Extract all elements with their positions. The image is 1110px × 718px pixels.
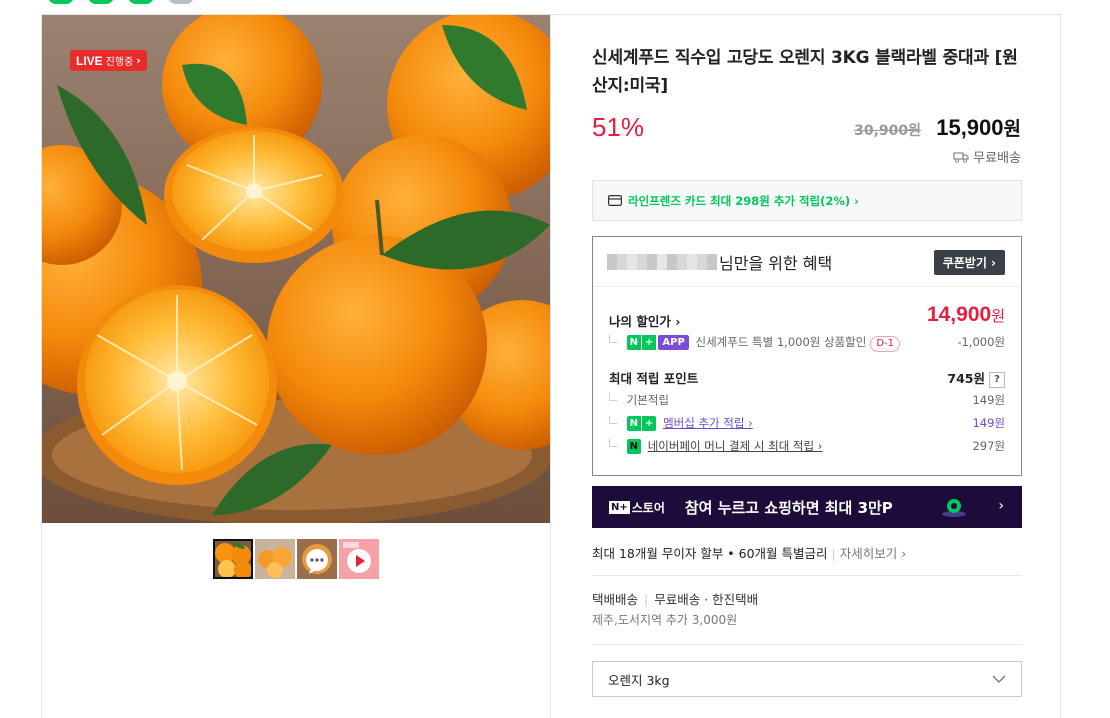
max-points-row: 최대 적립 포인트 745원?	[609, 368, 1005, 388]
truck-icon	[953, 151, 969, 162]
naver-plus-store-logo: N+ 스토어	[609, 499, 665, 516]
points-membership-value: 149원	[972, 416, 1005, 430]
divider	[592, 575, 1022, 576]
option-select[interactable]: 오렌지 3kg	[592, 661, 1022, 697]
blurred-username	[607, 253, 717, 270]
naver-plus-badge-icon: N + APP	[626, 335, 689, 350]
installment-detail-link[interactable]: 자세히보기 ›	[840, 546, 906, 561]
app-discount-row: N + APP 신세계푸드 특별 1,000원 상품할인 D-1 -1,000원	[609, 334, 1005, 352]
tree-connector-icon	[609, 439, 617, 447]
points-row-naverpay: N 네이버페이 머니 결제 시 최대 적립 › 297원	[609, 438, 1005, 454]
benefit-title: 님만을 위한 혜택	[719, 253, 833, 273]
free-delivery: 무료배송	[953, 147, 1021, 166]
oranges-photo	[42, 15, 550, 523]
shipping-carrier: · 한진택배	[704, 592, 759, 607]
installment-text: 최대 18개월 무이자 할부 • 60개월 특별금리	[592, 546, 828, 561]
points-row-basic: 기본적립 149원	[609, 392, 1005, 408]
store-logo-box: N+	[609, 500, 630, 514]
installment-info: 최대 18개월 무이자 할부 • 60개월 특별금리 | 자세히보기 ›	[592, 543, 906, 562]
sale-price: 15,900원	[936, 114, 1021, 141]
naverpay-points-link[interactable]: 네이버페이 머니 결제 시 최대 적립 ›	[648, 439, 823, 453]
help-icon[interactable]: ?	[989, 371, 1005, 388]
chevron-right-icon: ›	[998, 498, 1004, 514]
location-pin-icon	[942, 499, 966, 517]
chevron-down-icon	[992, 675, 1006, 683]
points-row-membership: N + 멤버십 추가 적립 › 149원	[609, 415, 1005, 431]
app-discount-text: 신세계푸드 특별 1,000원 상품할인	[695, 335, 867, 349]
points-naverpay-value: 297원	[972, 439, 1005, 453]
gray-tab-icon[interactable]	[168, 0, 194, 4]
product-title: 신세계푸드 직수입 고당도 오렌지 3KG 블랙라벨 중대과 [원산지:미국]	[592, 48, 1018, 96]
thumbnail-strip	[213, 539, 379, 579]
green-tab-icon[interactable]	[48, 0, 74, 4]
membership-points-link[interactable]: 멤버십 추가 적립 ›	[663, 416, 753, 430]
sale-price-amount: 15,900	[936, 115, 1004, 140]
member-benefit-box: 님만을 위한 혜택 쿠폰받기 › 나의 할인가 › 14,900원 N + APP …	[592, 236, 1022, 476]
tree-connector-icon	[609, 393, 617, 401]
my-price-value: 14,900원	[927, 303, 1005, 327]
thumbnail-2[interactable]	[255, 539, 295, 579]
my-price-unit: 원	[991, 308, 1005, 325]
shipping-type: 택배배송	[592, 592, 639, 607]
green-tab-icon[interactable]	[88, 0, 114, 4]
original-price: 30,900원	[854, 123, 921, 139]
column-divider	[550, 14, 551, 718]
points-basic-label: 기본적립	[626, 393, 669, 407]
card-promo-text: 라인프렌즈 카드 최대 298원 추가 적립(2%) ›	[628, 193, 859, 208]
thumbnail-1[interactable]	[213, 539, 253, 579]
app-badge: APP	[658, 335, 689, 350]
separator: |	[644, 592, 649, 607]
discount-rate: 51%	[592, 112, 645, 142]
naver-pay-icon: N	[626, 439, 642, 454]
coupon-download-button[interactable]: 쿠폰받기 ›	[933, 250, 1005, 275]
card-promo-banner[interactable]: 라인프렌즈 카드 최대 298원 추가 적립(2%) ›	[592, 180, 1022, 221]
divider	[592, 644, 1022, 645]
product-main-image[interactable]	[42, 15, 550, 523]
chevron-right-icon: ›	[136, 54, 141, 67]
store-logo-text: 스토어	[631, 500, 665, 515]
max-points-value-wrap: 745원?	[947, 368, 1005, 388]
naver-plus-store-banner[interactable]: N+ 스토어 참여 누르고 쇼핑하면 최대 3만P ›	[592, 486, 1022, 528]
app-discount-value: -1,000원	[957, 335, 1005, 349]
dday-badge: D-1	[870, 336, 901, 352]
tree-connector-icon	[609, 416, 617, 424]
live-badge[interactable]: LIVE 진행중 ›	[70, 50, 147, 71]
max-points-value: 745원	[947, 371, 985, 386]
points-basic-value: 149원	[972, 393, 1005, 407]
thumbnail-3[interactable]	[297, 539, 337, 579]
shipping-info: 택배배송 | 무료배송 · 한진택배	[592, 589, 758, 608]
naver-plus-badge-icon: N +	[626, 416, 657, 431]
benefit-header: 님만을 위한 혜택 쿠폰받기 ›	[593, 237, 1021, 287]
credit-card-icon	[608, 195, 622, 206]
option-select-value: 오렌지 3kg	[608, 672, 670, 688]
shipping-fee: 무료배송	[654, 592, 701, 607]
tree-connector-icon	[609, 335, 617, 343]
sale-price-unit: 원	[1003, 119, 1021, 140]
max-points-label: 최대 적립 포인트	[609, 371, 699, 386]
delivery-text: 무료배송	[973, 151, 1021, 166]
my-price-amount: 14,900	[926, 303, 992, 326]
store-banner-text: 참여 누르고 쇼핑하면 최대 3만P	[684, 498, 893, 517]
live-label: LIVE	[76, 53, 103, 68]
thumbnail-video[interactable]	[339, 539, 379, 579]
separator: |	[831, 546, 836, 561]
top-icon-row	[48, 0, 194, 4]
live-status: 진행중	[105, 57, 134, 68]
shipping-extra-fee: 제주,도서지역 추가 3,000원	[592, 613, 738, 627]
green-tab-icon[interactable]	[128, 0, 154, 4]
